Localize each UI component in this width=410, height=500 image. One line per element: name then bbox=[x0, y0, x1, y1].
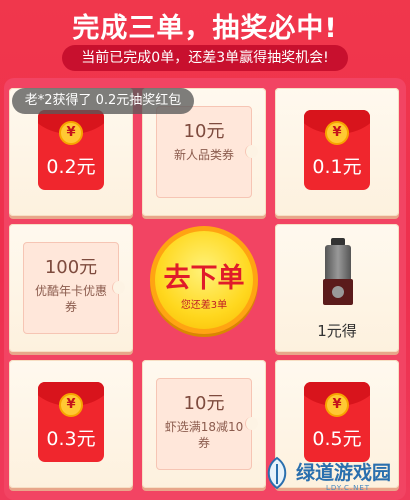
prize-cell-red-packet-0.1: ¥ 0.1元 bbox=[275, 88, 399, 216]
coupon-desc: 优酷年卡优惠券 bbox=[34, 284, 107, 314]
coupon-desc: 新人品类券 bbox=[173, 148, 234, 162]
red-packet-icon: ¥ 0.2元 bbox=[38, 110, 104, 190]
prize-cell-blender: 1元得 bbox=[275, 224, 399, 352]
prize-amount: 0.2元 bbox=[46, 156, 96, 178]
prize-cell-coupon-youku: 100元 优酷年卡优惠券 bbox=[9, 224, 133, 352]
coupon-icon: 10元 新人品类券 bbox=[156, 106, 258, 198]
prize-label: 1元得 bbox=[317, 322, 357, 340]
watermark-text: 绿道游戏园 bbox=[296, 462, 392, 484]
page-title: 完成三单，抽奖必中! bbox=[72, 13, 338, 44]
coupon-amount: 100元 bbox=[44, 257, 98, 278]
prize-cell-red-packet-0.3: ¥ 0.3元 bbox=[9, 360, 133, 488]
place-order-label: 去下单 bbox=[163, 263, 245, 294]
place-order-button[interactable]: 去下单 您还差3单 bbox=[150, 226, 258, 334]
coin-icon: ¥ bbox=[59, 393, 83, 417]
orders-remaining-text: 您还差3单 bbox=[180, 300, 228, 311]
coin-icon: ¥ bbox=[325, 121, 349, 145]
coupon-amount: 10元 bbox=[183, 393, 225, 414]
progress-text: 当前已完成0单，还差3单赢得抽奖机会! bbox=[81, 50, 329, 66]
coin-icon: ¥ bbox=[59, 121, 83, 145]
coin-icon: ¥ bbox=[325, 393, 349, 417]
blender-icon bbox=[321, 238, 355, 308]
prize-amount: 0.3元 bbox=[46, 428, 96, 450]
coupon-icon: 10元 虾选满18减10券 bbox=[156, 378, 258, 470]
watermark-subtext: LDY.C.NET bbox=[326, 484, 371, 492]
red-packet-icon: ¥ 0.3元 bbox=[38, 382, 104, 462]
prize-cell-coupon-xiaxuan: 10元 虾选满18减10券 bbox=[142, 360, 266, 488]
progress-banner: 当前已完成0单，还差3单赢得抽奖机会! bbox=[62, 45, 348, 71]
leaf-icon bbox=[267, 456, 287, 490]
watermark-logo: 绿道游戏园 LDY.C.NET bbox=[260, 450, 410, 500]
coupon-icon: 100元 优酷年卡优惠券 bbox=[23, 242, 125, 334]
coupon-desc: 虾选满18减10券 bbox=[164, 420, 244, 450]
coupon-amount: 10元 bbox=[183, 121, 225, 142]
header: 完成三单，抽奖必中! 当前已完成0单，还差3单赢得抽奖机会! bbox=[0, 0, 410, 78]
red-packet-icon: ¥ 0.1元 bbox=[304, 110, 370, 190]
prize-amount: 0.5元 bbox=[312, 428, 362, 450]
prize-amount: 0.1元 bbox=[312, 156, 362, 178]
winner-toast: 老*2获得了 0.2元抽奖红包 bbox=[12, 88, 194, 114]
